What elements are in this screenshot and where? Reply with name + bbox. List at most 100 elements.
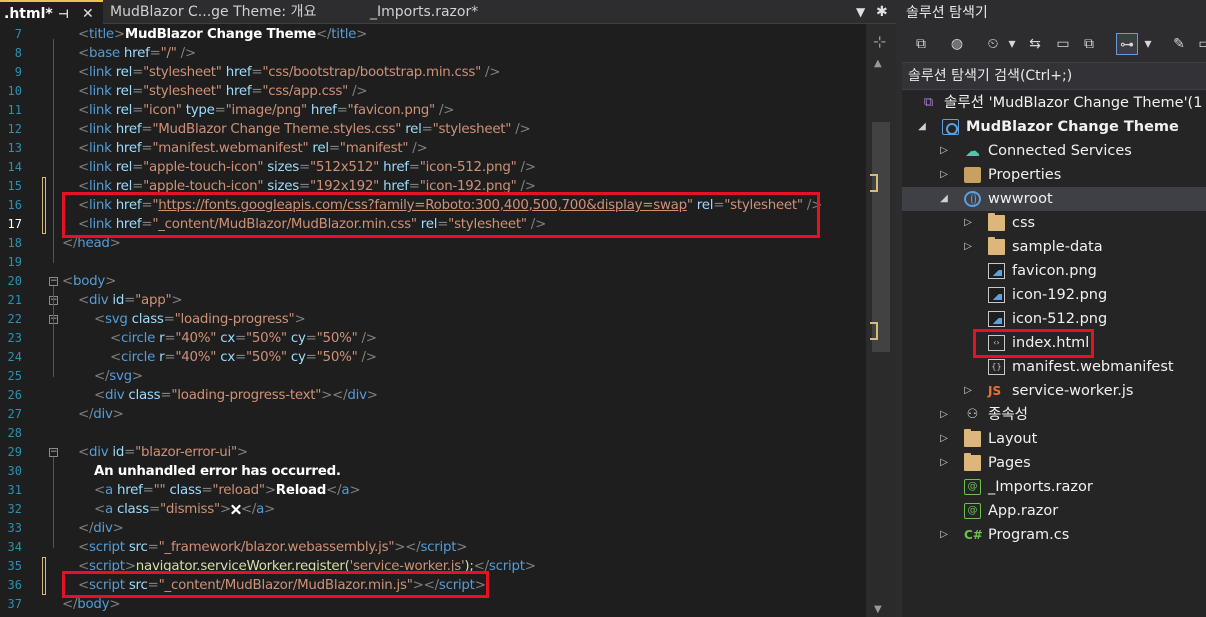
collapsed-arrow-icon[interactable]: ▷ (938, 427, 950, 451)
code-token: = (163, 312, 175, 327)
code-line[interactable]: <script>navigator.serviceWorker.register… (78, 557, 536, 576)
code-token: div (93, 407, 113, 422)
pin-icon[interactable]: ▭ (1194, 33, 1206, 55)
code-token: https://fonts.googleapis.com/css?family=… (158, 198, 687, 213)
code-line[interactable]: <base href="/" /> (78, 44, 196, 63)
collapsed-arrow-icon[interactable]: ▷ (938, 451, 950, 475)
scroll-down-icon[interactable]: ▼ (874, 604, 882, 615)
tree-view-icon[interactable]: ⊶ (1116, 33, 1138, 55)
code-line[interactable]: <title>MudBlazor Change Theme</title> (78, 25, 367, 44)
tab-imports-razor[interactable]: _Imports.razor* (366, 0, 506, 24)
tree-item[interactable]: favicon.png (902, 259, 1206, 283)
code-line[interactable]: </div> (78, 519, 124, 538)
collapsed-arrow-icon[interactable]: ▷ (962, 235, 974, 259)
code-line[interactable]: <svg class="loading-progress"> (94, 310, 306, 329)
solution-explorer-search-input[interactable]: 솔루션 탐색기 검색(Ctrl+;) (902, 62, 1206, 90)
code-line[interactable]: <link rel="stylesheet" href="css/bootstr… (78, 63, 501, 82)
tree-item[interactable]: ▷ Pages (902, 451, 1206, 475)
code-line[interactable]: <link rel="apple-touch-icon" sizes="512x… (78, 158, 536, 177)
copy-icon[interactable]: ⧉ (1078, 33, 1100, 55)
code-line[interactable]: <link href="https://fonts.googleapis.com… (78, 196, 822, 215)
tree-item[interactable]: ▷ Properties (902, 163, 1206, 187)
html-file-icon: ‹› (988, 335, 1005, 351)
code-line[interactable]: An unhandled error has occurred. (94, 462, 341, 481)
code-text-area[interactable]: <title>MudBlazor Change Theme</title> <ba… (62, 24, 864, 617)
code-token: = (141, 122, 153, 137)
code-line[interactable]: <div id="blazor-error-ui"> (78, 443, 248, 462)
vertical-scrollbar[interactable]: ⊹ ▲ ▼ (866, 24, 896, 617)
code-line[interactable]: <a class="dismiss">🗙</a> (94, 500, 275, 519)
code-line[interactable]: <link rel="apple-touch-icon" sizes="192x… (78, 177, 536, 196)
tree-item[interactable]: icon-192.png (902, 283, 1206, 307)
history-icon[interactable]: ⏲ (982, 33, 1004, 55)
code-token: > (356, 27, 368, 42)
code-token: "apple-touch-icon" (143, 160, 264, 175)
tree-item[interactable]: ▷ Layout (902, 427, 1206, 451)
code-line[interactable]: <div id="app"> (78, 291, 183, 310)
code-token: head (77, 236, 110, 251)
fold-toggle-icon[interactable]: − (49, 277, 58, 286)
dropdown-icon[interactable]: ▾ (1006, 33, 1018, 55)
tree-item[interactable]: ▷ C# Program.cs (902, 523, 1206, 547)
tree-item[interactable]: ▷ ☁ Connected Services (902, 139, 1206, 163)
tree-item[interactable]: @ App.razor (902, 499, 1206, 523)
code-line[interactable]: <link href="_content/MudBlazor/MudBlazor… (78, 215, 546, 234)
tree-item[interactable]: ⧉ 솔루션 'MudBlazor Change Theme'(1 프 (902, 91, 1206, 115)
collapsed-arrow-icon[interactable]: ▷ (938, 139, 950, 163)
globe-icon[interactable]: ◍ (946, 33, 968, 55)
code-line[interactable]: <a href="" class="reload">Reload</a> (94, 481, 361, 500)
vs-sync-icon[interactable]: ⧉ (910, 33, 932, 55)
code-line[interactable]: <script src="_content/MudBlazor/MudBlazo… (78, 576, 486, 595)
code-token: = (713, 198, 725, 213)
tree-item[interactable]: @ _Imports.razor (902, 475, 1206, 499)
dropdown-icon[interactable]: ▾ (1142, 33, 1154, 55)
tree-item[interactable]: ▷ sample-data (902, 235, 1206, 259)
tree-item[interactable]: icon-512.png (902, 307, 1206, 331)
close-icon[interactable]: ✕ (82, 2, 94, 24)
tab-overview[interactable]: MudBlazor C...ge Theme: 개요 (106, 0, 358, 24)
tree-item[interactable]: ‹› index.html (902, 331, 1206, 355)
code-line[interactable]: <link rel="icon" type="image/png" href="… (78, 101, 454, 120)
scroll-up-icon[interactable]: ▲ (874, 58, 882, 69)
code-token: "50%" (316, 350, 358, 365)
code-line[interactable]: <script src="_framework/blazor.webassemb… (78, 538, 468, 557)
code-line[interactable]: <body> (62, 272, 116, 291)
wrench-icon[interactable]: ✎ (1168, 33, 1190, 55)
code-line[interactable]: </div> (78, 405, 124, 424)
code-line[interactable]: <link href="manifest.webmanifest" rel="m… (78, 139, 428, 158)
expanded-arrow-icon[interactable]: ◢ (916, 115, 928, 139)
expanded-arrow-icon[interactable]: ◢ (938, 187, 950, 211)
code-line[interactable]: </svg> (94, 367, 143, 386)
tree-item[interactable]: ▷ css (902, 211, 1206, 235)
tab-dropdown-icon[interactable]: ▼ (856, 0, 865, 24)
fold-toggle-icon[interactable]: − (49, 448, 58, 457)
collapsed-arrow-icon[interactable]: ▷ (938, 163, 950, 187)
code-line[interactable]: </body> (62, 595, 121, 614)
code-editor[interactable]: .html* ⊣ ✕ MudBlazor C...ge Theme: 개요 _I… (0, 0, 896, 617)
settings-icon[interactable]: ✱ (876, 0, 888, 24)
collapse-icon[interactable]: ▭ (1052, 33, 1074, 55)
code-token: = (328, 141, 340, 156)
collapsed-arrow-icon[interactable]: ▷ (962, 379, 974, 403)
code-line[interactable]: </head> (62, 234, 121, 253)
code-line[interactable]: <circle r="40%" cx="50%" cy="50%" /> (110, 348, 377, 367)
tree-item[interactable]: ▷ ⚇ 종속성 (902, 403, 1206, 427)
project-icon (942, 119, 959, 135)
split-editor-icon[interactable]: ⊹ (873, 32, 886, 51)
code-line[interactable]: <circle r="40%" cx="50%" cy="50%" /> (110, 329, 377, 348)
code-token: ></ (394, 540, 421, 555)
sync-arrows-icon[interactable]: ⇆ (1024, 33, 1046, 55)
code-line[interactable]: <link rel="stylesheet" href="css/app.css… (78, 82, 368, 101)
collapsed-arrow-icon[interactable]: ▷ (938, 523, 950, 547)
tree-item[interactable]: {} manifest.webmanifest (902, 355, 1206, 379)
scrollbar-thumb[interactable] (872, 122, 890, 352)
tree-item[interactable]: ◢ MudBlazor Change Theme (902, 115, 1206, 139)
pin-icon[interactable]: ⊣ (58, 2, 69, 24)
tree-item[interactable]: ▷ JS service-worker.js (902, 379, 1206, 403)
code-line[interactable]: <link href="MudBlazor Change Theme.style… (78, 120, 531, 139)
tab-index-html[interactable]: .html* ⊣ ✕ (0, 0, 103, 24)
tree-item[interactable]: ◢ wwwroot (902, 187, 1206, 211)
collapsed-arrow-icon[interactable]: ▷ (938, 403, 950, 427)
collapsed-arrow-icon[interactable]: ▷ (962, 211, 974, 235)
code-line[interactable]: <div class="loading-progress-text"></div… (94, 386, 378, 405)
